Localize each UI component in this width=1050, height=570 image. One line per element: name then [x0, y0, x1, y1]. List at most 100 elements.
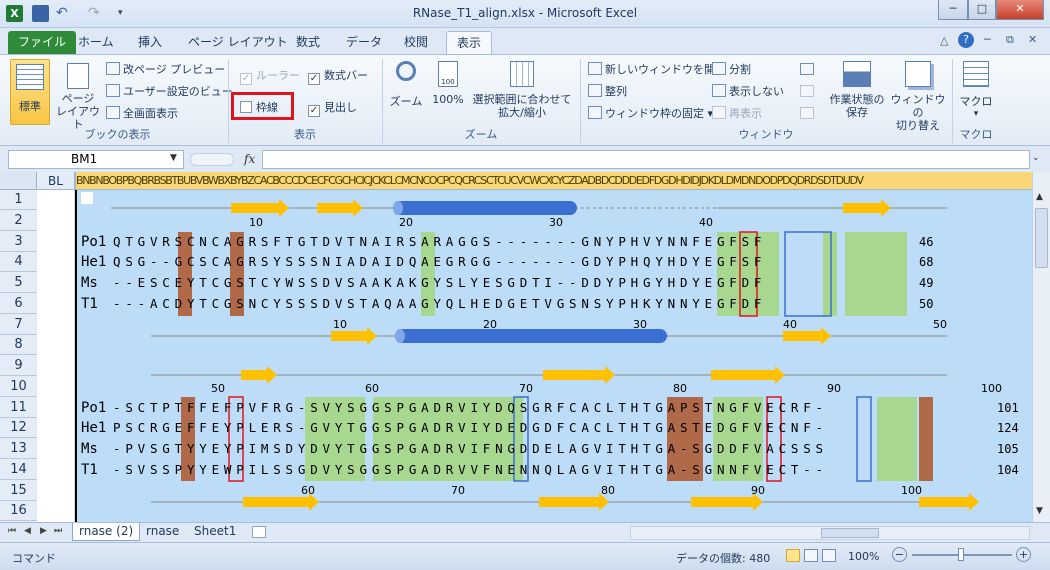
- freeze-panes-button[interactable]: ウィンドウ枠の固定 ▾: [588, 105, 713, 121]
- sequence-end-number[interactable]: 101: [997, 398, 1019, 418]
- tab-formulas[interactable]: 数式: [286, 31, 330, 54]
- sync-scroll-icon[interactable]: [800, 85, 814, 97]
- full-screen-button[interactable]: 全画面表示: [106, 105, 178, 121]
- zoom-slider-thumb[interactable]: [958, 548, 964, 561]
- tab-page-layout[interactable]: ページ レイアウト: [178, 31, 298, 54]
- row-header[interactable]: 15: [0, 481, 37, 501]
- sequence-name[interactable]: He1: [81, 252, 111, 272]
- formula-input[interactable]: [262, 150, 1030, 169]
- row-header[interactable]: 11: [0, 398, 37, 418]
- sequence-name[interactable]: He1: [81, 418, 111, 438]
- first-sheet-icon[interactable]: ⏮: [8, 526, 16, 536]
- page-break-preview-button[interactable]: 改ページ プレビュー: [106, 61, 225, 77]
- ruler-checkbox[interactable]: ✓ ルーラー: [240, 67, 300, 85]
- zoom-button[interactable]: ズーム: [388, 59, 424, 115]
- column-header-range[interactable]: BNBNBOBPBQBRBSBTBUBVBWBXBYBZCACBCCCDCECF…: [75, 172, 1032, 189]
- row-header[interactable]: 2: [0, 211, 37, 231]
- column-bl[interactable]: [37, 190, 75, 522]
- sequence-end-number[interactable]: 49: [919, 273, 933, 293]
- save-workspace-button[interactable]: 作業状態の 保存: [826, 59, 888, 129]
- formula-bar-handle[interactable]: [190, 153, 234, 166]
- zoom-100-button[interactable]: 100 100%: [430, 59, 466, 115]
- zoom-out-icon[interactable]: −: [892, 547, 907, 562]
- next-sheet-icon[interactable]: ▶: [40, 526, 47, 536]
- tab-review[interactable]: 校閲: [394, 31, 438, 54]
- sequence-name[interactable]: Ms: [81, 439, 111, 459]
- sequence-name[interactable]: Po1: [81, 398, 111, 418]
- maximize-button[interactable]: □: [968, 0, 996, 20]
- page-break-status-icon[interactable]: [822, 549, 836, 562]
- row-header[interactable]: 5: [0, 273, 37, 293]
- sequence-residues[interactable]: -PVSGTYYEYPIMSDYDVYTGGSPGADRVIFNGDDELAGV…: [113, 439, 828, 459]
- switch-windows-button[interactable]: ウィンドウの 切り替え: [890, 59, 946, 132]
- fx-icon[interactable]: fx: [244, 152, 255, 166]
- formula-bar-checkbox[interactable]: ✓ 数式バー: [308, 67, 368, 85]
- sequence-end-number[interactable]: 124: [997, 418, 1019, 438]
- name-box[interactable]: BM1: [8, 150, 184, 169]
- tab-home[interactable]: ホーム: [68, 31, 124, 54]
- row-header[interactable]: 8: [0, 335, 37, 356]
- tab-view[interactable]: 表示: [446, 31, 493, 54]
- page-layout-status-icon[interactable]: [804, 549, 818, 562]
- side-by-side-icon[interactable]: [800, 63, 814, 75]
- hscroll-thumb[interactable]: [821, 528, 879, 538]
- sequence-residues[interactable]: -SVSSPYYEWPILSSGDVYSGGSPGADRVVFNENNQLAGV…: [113, 460, 828, 480]
- horizontal-scrollbar[interactable]: [630, 526, 1030, 540]
- tab-data[interactable]: データ: [336, 31, 392, 54]
- row-header[interactable]: 9: [0, 356, 37, 376]
- row-header[interactable]: 4: [0, 252, 37, 273]
- zoom-selection-button[interactable]: 選択範囲に合わせて 拡大/縮小: [470, 59, 574, 129]
- select-all-corner[interactable]: [0, 172, 37, 189]
- sheet-tab-rnase-2[interactable]: rnase (2): [72, 523, 141, 541]
- zoom-level[interactable]: 100%: [848, 550, 879, 563]
- row-header[interactable]: 13: [0, 439, 37, 459]
- row-header[interactable]: 3: [0, 232, 37, 252]
- row-header[interactable]: 6: [0, 294, 37, 314]
- split-button[interactable]: 分割: [712, 61, 751, 77]
- name-box-dropdown-icon[interactable]: ▼: [170, 153, 177, 163]
- custom-views-button[interactable]: ユーザー設定のビュー: [106, 83, 233, 99]
- headings-checkbox[interactable]: ✓ 見出し: [308, 99, 357, 117]
- new-window-button[interactable]: 新しいウィンドウを開く: [588, 61, 726, 77]
- formula-expand-icon[interactable]: ⌄: [1032, 153, 1040, 163]
- sequence-end-number[interactable]: 50: [919, 294, 933, 314]
- worksheet[interactable]: Po1 QTGVRSCNCAGRSFTGTDVTNAIRSARAGGS------…: [37, 190, 1032, 522]
- sheet-tab-sheet1[interactable]: Sheet1: [188, 523, 242, 541]
- tab-file[interactable]: ファイル: [8, 31, 77, 54]
- sequence-end-number[interactable]: 46: [919, 232, 933, 252]
- sequence-residues[interactable]: ---ACDYTCGSNCYSSSDVSTAQAAGYQLHEDGETVGSNS…: [113, 294, 766, 314]
- reset-position-icon[interactable]: [800, 107, 814, 119]
- row-header[interactable]: 14: [0, 460, 37, 480]
- scroll-thumb[interactable]: [1035, 208, 1048, 268]
- sequence-end-number[interactable]: 68: [919, 252, 933, 272]
- doc-minimize-icon[interactable]: ─: [984, 33, 991, 46]
- scroll-down-icon[interactable]: ▼: [1036, 506, 1043, 516]
- arrange-button[interactable]: 整列: [588, 83, 627, 99]
- row-header[interactable]: 10: [0, 377, 37, 397]
- sequence-end-number[interactable]: 104: [997, 460, 1019, 480]
- prev-sheet-icon[interactable]: ◀: [24, 526, 31, 536]
- sequence-end-number[interactable]: 105: [997, 439, 1019, 459]
- doc-close-icon[interactable]: ✕: [1028, 33, 1037, 46]
- sequence-residues[interactable]: --ESCEYTCGSTCYWSSDVSAAKAKGYSLYESGDTI--DD…: [113, 273, 766, 293]
- close-button[interactable]: ✕: [996, 0, 1044, 20]
- help-icon[interactable]: ?: [958, 32, 974, 48]
- sequence-residues[interactable]: QSG--GCSCAGRSYSSSNIADAIDQAEGRGG-------GD…: [113, 252, 766, 272]
- sequence-residues[interactable]: -SCTPTFFEFPVFRG-SVYSGGSPGADRVIYDQSGRFCAC…: [113, 398, 828, 418]
- tab-insert[interactable]: 挿入: [128, 31, 172, 54]
- scroll-up-icon[interactable]: ▲: [1036, 192, 1043, 202]
- last-sheet-icon[interactable]: ⏭: [54, 526, 62, 536]
- hide-button[interactable]: 表示しない: [712, 83, 784, 99]
- sequence-name[interactable]: Po1: [81, 232, 111, 252]
- row-header[interactable]: 16: [0, 501, 37, 522]
- ribbon-minimize-icon[interactable]: △: [940, 34, 948, 47]
- minimize-button[interactable]: ─: [938, 0, 968, 20]
- doc-restore-icon[interactable]: ⧉: [1006, 33, 1014, 47]
- new-sheet-icon[interactable]: [252, 526, 266, 538]
- sequence-residues[interactable]: PSCRGEFFEYPLERS-GVYTGGSPGADRVIYDEDGDFCAC…: [113, 418, 828, 438]
- row-header[interactable]: 1: [0, 190, 37, 210]
- vertical-scrollbar[interactable]: ▲ ▼: [1032, 172, 1050, 522]
- sequence-name[interactable]: T1: [81, 460, 111, 480]
- normal-view-button[interactable]: 標準: [10, 59, 50, 125]
- sequence-name[interactable]: T1: [81, 294, 111, 314]
